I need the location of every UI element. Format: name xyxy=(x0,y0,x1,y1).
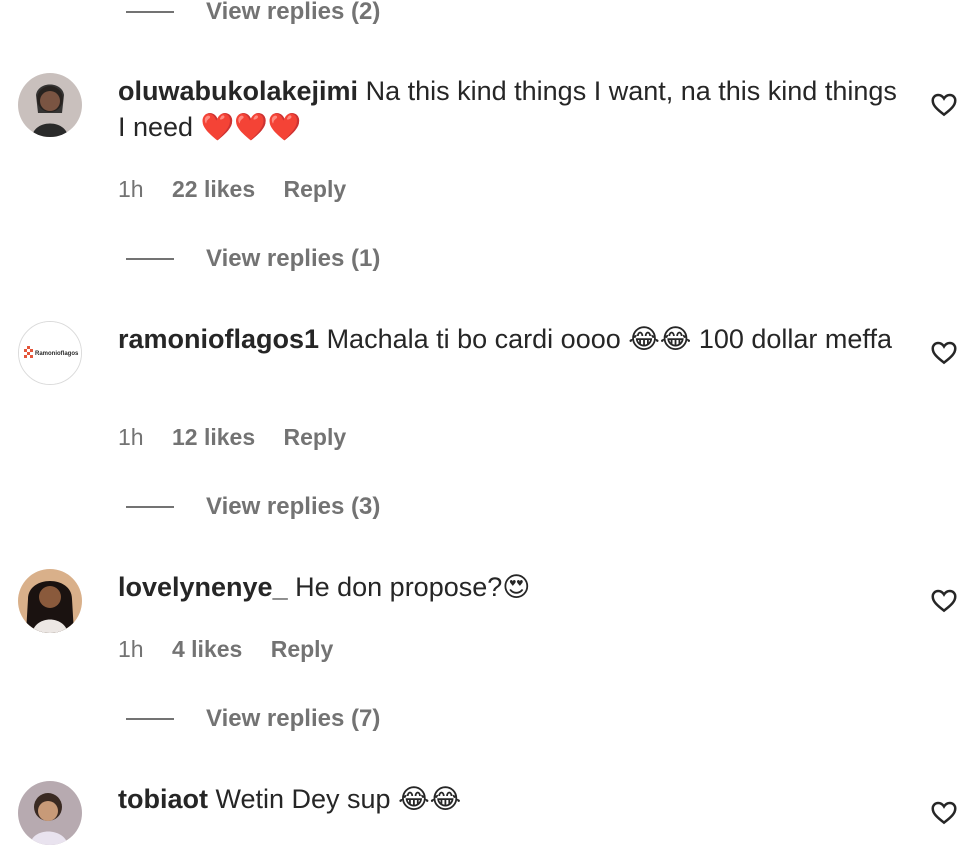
reply-button[interactable]: Reply xyxy=(271,633,334,665)
view-replies-row: View replies (7) xyxy=(0,701,974,737)
comment-username[interactable]: tobiaot xyxy=(118,784,208,814)
comment-body: oluwabukolakejimi Na this kind things I … xyxy=(118,73,908,145)
comment-text: Wetin Dey sup 😂😂 xyxy=(215,784,462,814)
comment-body: lovelynenye_ He don propose?😍 xyxy=(118,569,908,605)
comment-likes[interactable]: 22 likes xyxy=(172,173,255,205)
view-replies-button[interactable]: View replies (7) xyxy=(206,701,380,737)
view-replies-row: View replies (3) xyxy=(0,489,974,525)
comment-text: He don propose?😍 xyxy=(295,572,531,602)
comment-meta: 1h 12 likes Reply xyxy=(118,421,368,453)
comment-meta: 1h 4 likes Reply xyxy=(118,633,355,665)
reply-button[interactable]: Reply xyxy=(284,173,347,205)
comment-time: 1h xyxy=(118,176,144,202)
like-heart-icon[interactable] xyxy=(929,337,959,367)
view-replies-button[interactable]: View replies (2) xyxy=(206,0,380,30)
comment-meta: 1h 22 likes Reply xyxy=(118,173,368,205)
comment-time: 1h xyxy=(118,636,144,662)
comment-body: ramonioflagos1 Machala ti bo cardi oooo … xyxy=(118,321,908,357)
avatar[interactable] xyxy=(18,569,82,633)
comment-username[interactable]: ramonioflagos1 xyxy=(118,324,319,354)
reply-divider-line xyxy=(126,11,174,13)
view-replies-button[interactable]: View replies (3) xyxy=(206,489,380,525)
comment-username[interactable]: lovelynenye_ xyxy=(118,572,288,602)
comment-time: 1h xyxy=(118,424,144,450)
comment-likes[interactable]: 12 likes xyxy=(172,421,255,453)
avatar[interactable]: Ramonioflagos xyxy=(18,321,82,385)
reply-button[interactable]: Reply xyxy=(284,421,347,453)
reply-divider-line xyxy=(126,506,174,508)
comment-username[interactable]: oluwabukolakejimi xyxy=(118,76,358,106)
comment-body: tobiaot Wetin Dey sup 😂😂 xyxy=(118,781,908,817)
avatar-logo-text: Ramonioflagos xyxy=(35,351,79,357)
view-replies-row: View replies (2) xyxy=(0,0,974,30)
avatar[interactable] xyxy=(18,781,82,845)
view-replies-button[interactable]: View replies (1) xyxy=(206,241,380,277)
reply-divider-line xyxy=(126,258,174,260)
like-heart-icon[interactable] xyxy=(929,585,959,615)
reply-divider-line xyxy=(126,718,174,720)
avatar[interactable] xyxy=(18,73,82,137)
comment-text: Machala ti bo cardi oooo 😂😂 100 dollar m… xyxy=(326,324,892,354)
view-replies-row: View replies (1) xyxy=(0,241,974,277)
like-heart-icon[interactable] xyxy=(929,89,959,119)
comment-likes[interactable]: 4 likes xyxy=(172,633,242,665)
like-heart-icon[interactable] xyxy=(929,797,959,827)
